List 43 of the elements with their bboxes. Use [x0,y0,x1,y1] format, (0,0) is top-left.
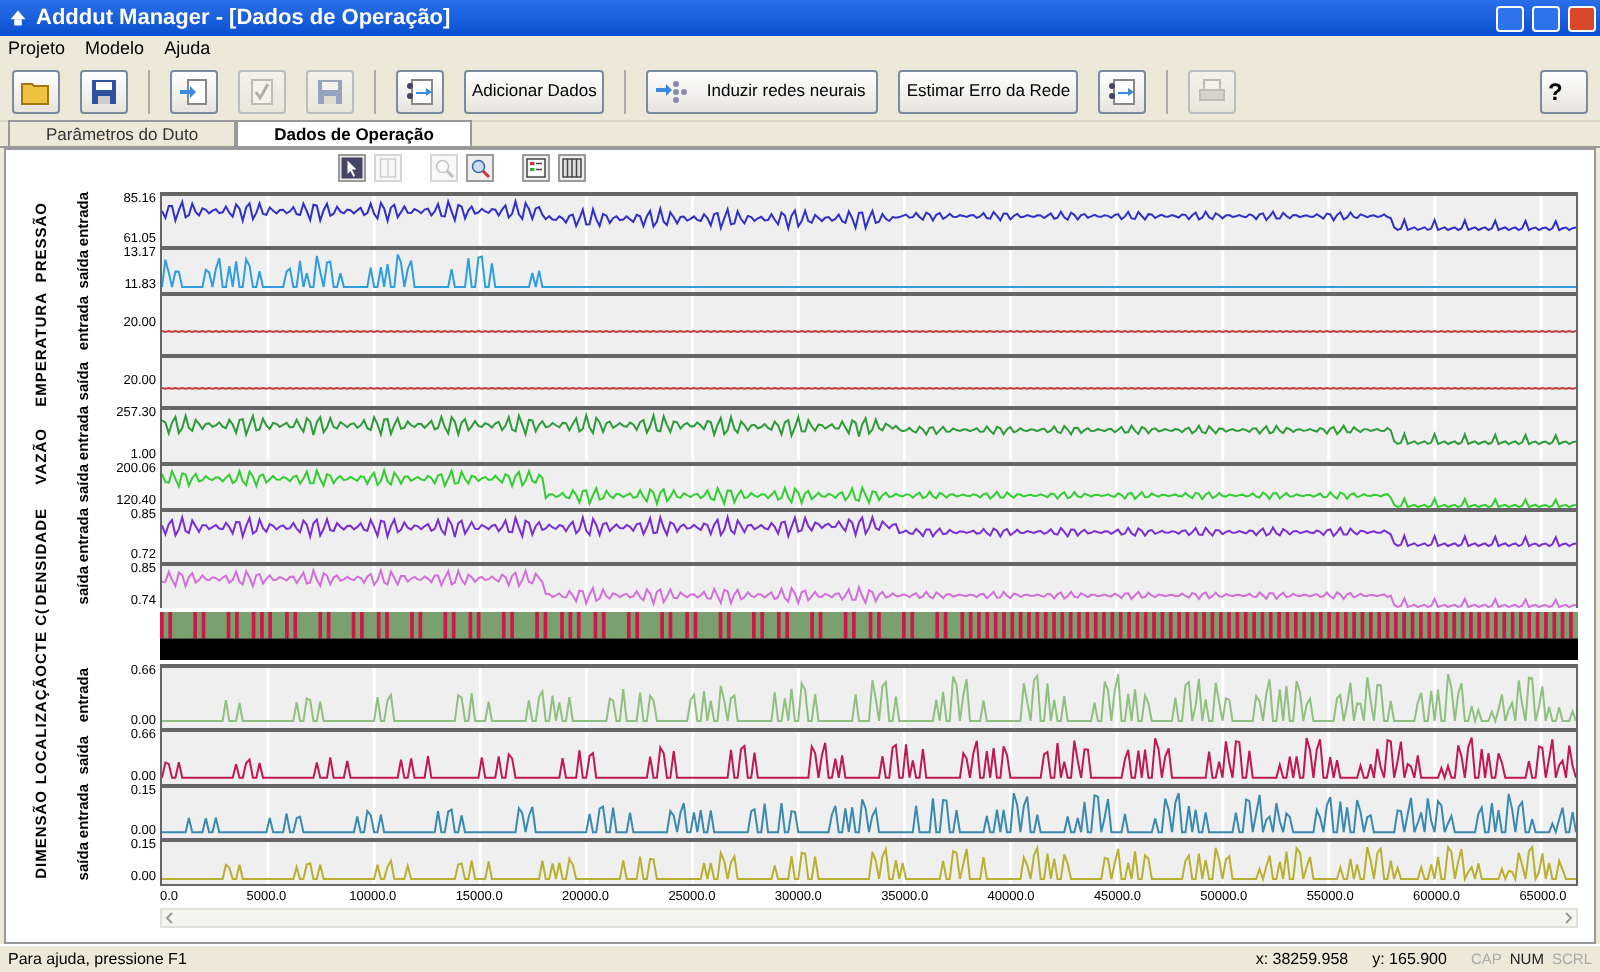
menu-item[interactable]: Modelo [85,35,145,63]
minimize-button[interactable] [1496,5,1524,31]
magnifier-button[interactable] [466,154,494,182]
scroll-right-icon [1560,909,1576,926]
status-text: Para ajuda, pressione F1 [8,947,189,971]
legend-button[interactable] [522,154,550,182]
check-icon [246,75,278,107]
network-page-icon [404,75,436,107]
menu-item[interactable]: Projeto [8,35,66,63]
cursor-icon [340,156,364,180]
window-title: Adddut Manager - [Dados de Operação] [36,3,453,34]
status-coordinate: y: 165.900 [1372,947,1447,971]
folder-button[interactable] [12,69,60,113]
arrow-page-button[interactable] [170,69,218,113]
close-button[interactable] [1568,5,1596,31]
scroll-left-icon [162,909,178,926]
cursor-button[interactable] [338,154,366,182]
tab[interactable]: Dados de Operação [236,120,472,146]
legend-icon [524,156,548,180]
network-page-button[interactable] [396,69,444,113]
save-icon [88,75,120,107]
magnifier-icon [468,156,492,180]
restore-button[interactable] [1532,5,1560,31]
menu-item[interactable]: Ajuda [164,35,211,63]
network-page-icon [1106,75,1139,107]
printer-icon [1196,75,1229,107]
neural-network-icon [654,75,691,107]
network-page-button[interactable] [1098,69,1147,113]
toolbar-button[interactable]: Induzir redes neurais [646,69,879,113]
status-coordinate: x: 38259.958 [1255,947,1349,971]
app-icon [8,8,28,28]
arrow-page-icon [178,75,210,107]
toolbar-button[interactable]: Adicionar Dados [464,69,605,113]
help-button[interactable]: ? [1540,69,1588,113]
toolbar-button[interactable]: Estimar Erro da Rede [898,69,1079,113]
grid-button[interactable] [558,154,586,182]
magnifier-icon [432,156,456,180]
grid-icon [560,156,584,180]
horizontal-scrollbar[interactable] [160,907,1578,928]
save-button[interactable] [80,69,128,113]
columns-icon [376,156,400,180]
save-icon [314,75,346,107]
tab[interactable]: Parâmetros do Duto [8,120,237,146]
